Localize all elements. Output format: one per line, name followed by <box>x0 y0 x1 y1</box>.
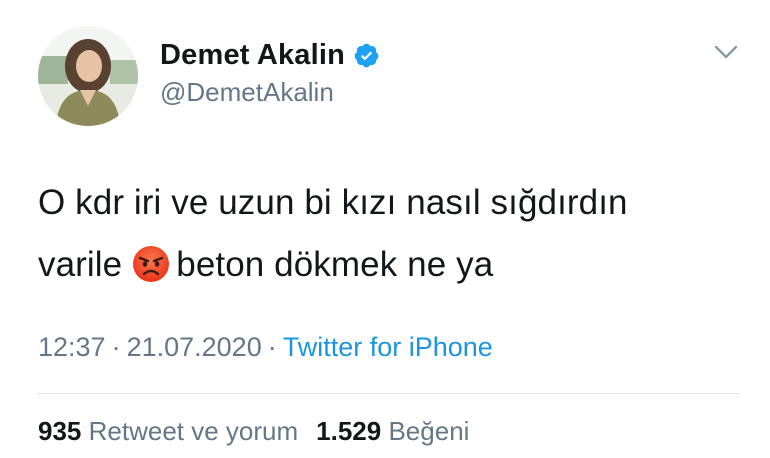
retweets-stat[interactable]: 935 Retweet ve yorum <box>38 416 298 447</box>
retweets-count: 935 <box>38 416 82 446</box>
user-handle[interactable]: @DemetAkalin <box>160 77 334 108</box>
tweet-stats: 935 Retweet ve yorum 1.529 Beğeni <box>38 416 469 447</box>
tweet-time[interactable]: 12:37 <box>38 332 106 362</box>
display-name[interactable]: Demet Akalin <box>160 39 345 72</box>
avatar[interactable] <box>38 26 138 126</box>
user-name-row[interactable]: Demet Akalin <box>160 38 380 72</box>
retweets-label: Retweet ve yorum <box>88 416 299 446</box>
angry-face-emoji-icon <box>132 241 170 282</box>
tweet-date[interactable]: 21.07.2020 <box>127 332 262 362</box>
meta-separator: · <box>267 332 277 362</box>
tweet-text-segment: varile <box>38 245 123 284</box>
verified-badge-icon <box>353 42 380 69</box>
tweet-line-2: varile beton dökmek ne ya <box>38 234 738 296</box>
likes-label: Beğeni <box>388 416 470 446</box>
divider <box>38 393 740 394</box>
chevron-down-icon[interactable] <box>712 42 740 62</box>
tweet-line-1: O kdr iri ve uzun bi kızı nasıl sığdırdı… <box>38 183 628 222</box>
avatar-image <box>38 26 138 126</box>
meta-separator: · <box>111 332 121 362</box>
likes-count: 1.529 <box>316 416 382 446</box>
tweet-source-link[interactable]: Twitter for iPhone <box>283 332 493 362</box>
tweet-meta: 12:37 · 21.07.2020 · Twitter for iPhone <box>38 332 493 363</box>
likes-stat[interactable]: 1.529 Beğeni <box>316 416 469 447</box>
tweet-text-segment: beton dökmek ne ya <box>176 245 494 284</box>
tweet-text: O kdr iri ve uzun bi kızı nasıl sığdırdı… <box>38 172 738 296</box>
